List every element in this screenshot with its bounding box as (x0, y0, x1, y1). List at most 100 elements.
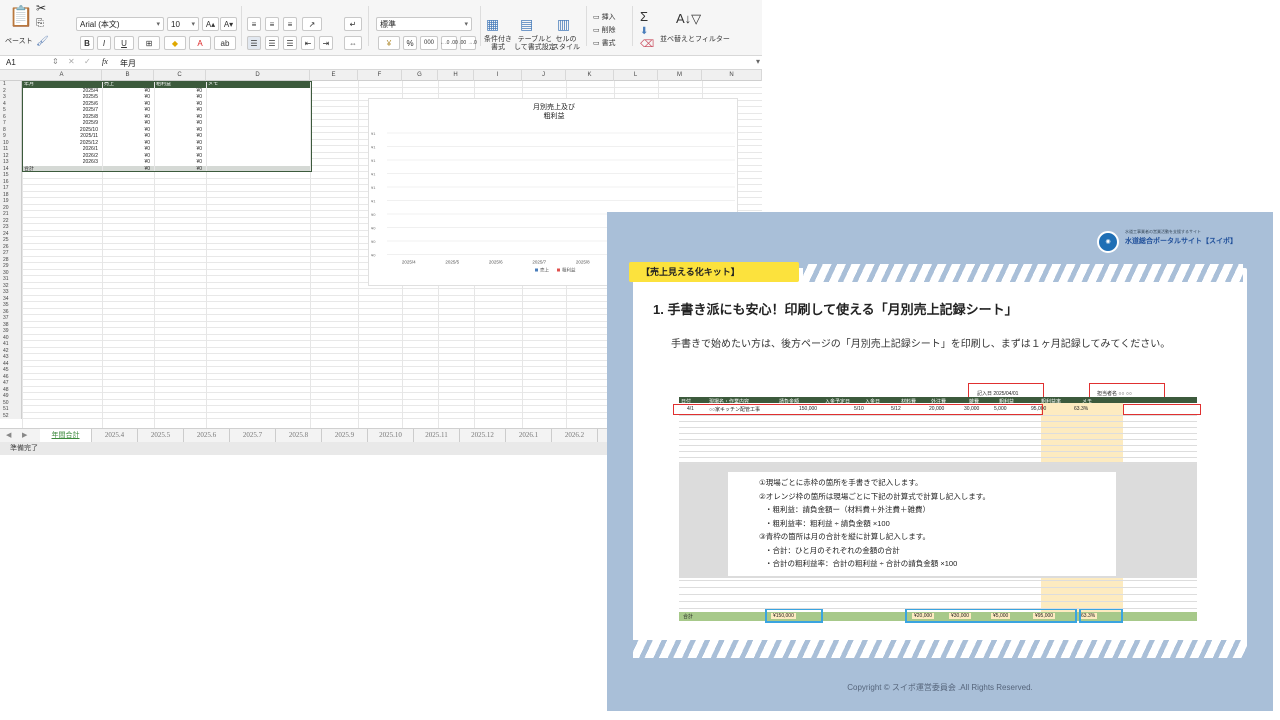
column-header[interactable]: L (614, 70, 658, 81)
sheet-line (679, 439, 1197, 440)
copy-icon[interactable]: ⎘ (36, 18, 44, 30)
tab-2026.1[interactable]: 2026.1 (506, 429, 552, 442)
fx-icon[interactable]: fx (102, 57, 108, 66)
merge-icon[interactable]: ⇔ (344, 36, 362, 50)
tab-next-icon[interactable]: ▶ (22, 431, 27, 439)
indent-decrease-icon[interactable]: ⇤ (301, 36, 315, 50)
tab-2025.9[interactable]: 2025.9 (322, 429, 368, 442)
column-header[interactable]: E (310, 70, 358, 81)
indent-increase-icon[interactable]: ⇥ (319, 36, 333, 50)
cancel-icon[interactable]: ✕ (68, 57, 75, 66)
sheet-row-cell: 63.3% (1074, 406, 1089, 412)
autosum-icon[interactable]: Σ (640, 9, 648, 25)
tab-prev-icon[interactable]: ◀ (6, 431, 11, 439)
column-header[interactable]: D (206, 70, 310, 81)
underline-button[interactable]: U (114, 36, 134, 50)
y-tick-label: ¥0 (371, 212, 376, 217)
x-tick-label: 2025/6 (489, 260, 503, 265)
y-tick-label: ¥0 (371, 253, 376, 258)
align-left-icon[interactable]: ☰ (247, 36, 261, 50)
tab-2025.12[interactable]: 2025.12 (460, 429, 506, 442)
format-cells-button[interactable]: ▭ 書式 (593, 40, 616, 48)
font-color-icon[interactable]: A (189, 36, 211, 50)
column-header[interactable]: I (474, 70, 522, 81)
thousands-button[interactable]: 000 (420, 36, 438, 50)
border-icon[interactable]: ⊞ (138, 36, 160, 50)
sort-filter-icon[interactable]: A↓▽ (676, 11, 701, 27)
tab-2025.10[interactable]: 2025.10 (368, 429, 414, 442)
column-header[interactable]: F (358, 70, 402, 81)
paste-icon[interactable]: 📋 (8, 6, 34, 28)
column-header[interactable]: J (522, 70, 566, 81)
align-middle-icon[interactable]: ≡ (265, 17, 279, 31)
column-header[interactable]: G (402, 70, 438, 81)
fill-icon[interactable]: ⬇ (640, 26, 648, 38)
conditional-format-icon[interactable]: ▦ (486, 16, 499, 32)
y-tick-label: ¥1 (371, 199, 376, 204)
tab-年間合計[interactable]: 年間合計 (40, 429, 92, 442)
note-line: ・粗利益：請負金額ー（材料費＋外注費＋雑費） (765, 505, 930, 514)
tab-2025.11[interactable]: 2025.11 (414, 429, 460, 442)
tab-2025.6[interactable]: 2025.6 (184, 429, 230, 442)
formula-input[interactable]: 年月 (120, 58, 136, 69)
tab-2025.8[interactable]: 2025.8 (276, 429, 322, 442)
delete-cells-label: 削除 (601, 27, 616, 34)
align-bottom-icon[interactable]: ≡ (283, 17, 297, 31)
tab-2026.2[interactable]: 2026.2 (552, 429, 598, 442)
table-format-label[interactable]: テーブルと して書式設定 (514, 36, 556, 52)
column-header[interactable]: K (566, 70, 614, 81)
increase-decimal-button[interactable]: ←.0 .00 (440, 36, 458, 50)
column-header[interactable]: A (22, 70, 102, 81)
italic-button[interactable]: I (97, 36, 111, 50)
formula-expand-icon[interactable]: ▾ (756, 57, 760, 66)
sort-filter-label[interactable]: 並べ替えとフィルター (660, 36, 730, 44)
insert-cells-button[interactable]: ▭ 挿入 (593, 14, 616, 22)
phonetic-icon[interactable]: ab (214, 36, 236, 50)
currency-icon[interactable]: ¥ (378, 36, 400, 50)
wrap-text-icon[interactable]: ↵ (344, 17, 362, 31)
delete-cells-button[interactable]: ▭ 削除 (593, 27, 616, 35)
column-header[interactable]: N (702, 70, 762, 81)
grow-font-button[interactable]: A ▴ (202, 17, 219, 31)
shrink-font-button[interactable]: A ▾ (220, 17, 237, 31)
column-header[interactable]: H (438, 70, 474, 81)
conditional-format-label[interactable]: 条件付き 書式 (484, 36, 512, 52)
number-format-select[interactable]: 標準 (376, 17, 472, 31)
legend-swatch (535, 268, 538, 272)
tab-2025.5[interactable]: 2025.5 (138, 429, 184, 442)
cut-icon[interactable]: ✂ (36, 1, 46, 16)
table-format-icon[interactable]: ▤ (520, 16, 533, 32)
decrease-decimal-button[interactable]: .00 →.0 (459, 36, 477, 50)
ribbon-separator (368, 6, 369, 46)
slide-heading: 1. 手書き派にも安心！印刷して使える「月別売上記録シート」 (653, 302, 1018, 317)
x-tick-label: 2025/5 (445, 260, 459, 265)
name-box[interactable]: A1 (6, 58, 16, 67)
tab-2025.4[interactable]: 2025.4 (92, 429, 138, 442)
confirm-icon[interactable]: ✓ (84, 57, 91, 66)
sheet-line (679, 445, 1197, 446)
sheet-line (679, 601, 1197, 602)
align-center-icon[interactable]: ☰ (265, 36, 279, 50)
y-tick-label: ¥0 (371, 239, 376, 244)
tab-2025.7[interactable]: 2025.7 (230, 429, 276, 442)
grow-font-label: A (205, 19, 212, 29)
cell-style-icon[interactable]: ▥ (557, 16, 570, 32)
align-top-icon[interactable]: ≡ (247, 17, 261, 31)
column-header[interactable]: C (154, 70, 206, 81)
orientation-icon[interactable]: ↗ (302, 17, 322, 31)
font-size-select[interactable]: 10 (167, 17, 199, 31)
ribbon-separator (632, 6, 633, 46)
cell-style-label[interactable]: セルの スタイル (552, 36, 580, 52)
clear-icon[interactable]: ⌫ (640, 39, 654, 51)
fill-color-icon[interactable]: ◆ (164, 36, 186, 50)
sheet-line (679, 421, 1197, 422)
name-box-stepper-icon[interactable]: ⇕ (52, 57, 59, 66)
column-header[interactable]: M (658, 70, 702, 81)
row-number[interactable]: 52 (0, 412, 22, 419)
column-header[interactable]: B (102, 70, 154, 81)
bold-button[interactable]: B (80, 36, 94, 50)
format-painter-icon[interactable]: 🖌 (36, 36, 49, 48)
align-right-icon[interactable]: ☰ (283, 36, 297, 50)
font-name-select[interactable]: Arial (本文) (76, 17, 164, 31)
percent-button[interactable]: % (403, 36, 417, 50)
